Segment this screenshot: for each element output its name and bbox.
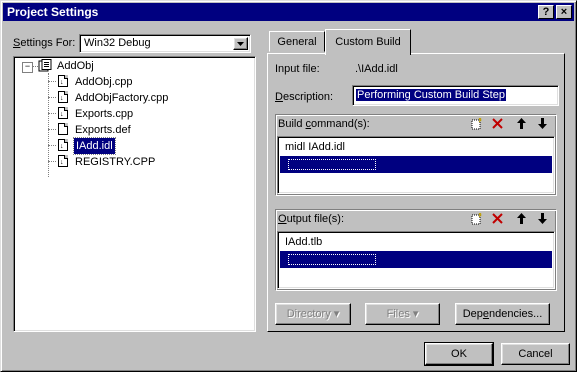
new-item-icon[interactable] [471,212,483,225]
file-icon [58,123,68,135]
files-button[interactable]: Files ▾ [365,303,440,325]
file-icon: ↓ [58,91,68,103]
tree-root-label[interactable]: AddObj [57,58,94,74]
list-item[interactable]: IAdd.tlb [280,234,552,251]
window-title: Project Settings [7,5,99,19]
ok-button[interactable]: OK [424,342,494,366]
delete-icon[interactable] [491,212,504,227]
settings-for-combo[interactable]: Win32 Debug [79,34,251,53]
dependencies-button[interactable]: Dependencies... [455,303,550,325]
file-icon: ↓ [58,75,68,87]
tab-custom-build[interactable]: Custom Build [325,29,411,55]
move-up-icon[interactable] [516,212,527,227]
collapse-toggle-icon[interactable]: − [22,62,33,73]
tree-item-addobjfactory-cpp[interactable]: AddObjFactory.cpp [75,90,168,106]
file-icon: ↓ [58,139,68,151]
tree-item-exports-def[interactable]: Exports.def [75,122,131,138]
project-settings-dialog: Project Settings ? × Settings For: Win32… [0,0,577,372]
help-button[interactable]: ? [538,5,554,19]
directory-button[interactable]: Directory ▾ [275,303,351,325]
dropdown-arrow-icon[interactable] [233,37,248,50]
project-icon [38,59,52,73]
tab-general[interactable]: General [269,31,325,52]
tree-item-registry-cpp[interactable]: REGISTRY.CPP [75,154,155,170]
tree-item-iadd-idl[interactable]: IAdd.idl [73,137,116,155]
project-tree[interactable]: − AddObj ↓ AddObj.cpp ↓ AddObjFactory.cp… [13,56,256,332]
build-commands-list[interactable]: midl IAdd.idl [277,136,555,194]
tree-item-exports-cpp[interactable]: Exports.cpp [75,106,133,122]
settings-for-value: Win32 Debug [84,37,151,49]
output-files-list[interactable]: IAdd.tlb [277,231,555,289]
move-down-icon[interactable] [537,212,548,227]
tree-item-addobj-cpp[interactable]: AddObj.cpp [75,74,132,90]
build-commands-label: Build command(s): [278,118,370,130]
input-file-label: Input file: [275,63,320,75]
delete-icon[interactable] [491,117,504,132]
move-up-icon[interactable] [516,117,527,132]
description-input[interactable]: Performing Custom Build Step [352,85,559,106]
cancel-button[interactable]: Cancel [501,343,570,365]
settings-for-label: Settings For: [13,37,76,49]
file-icon: ↓ [58,155,68,167]
list-item-new[interactable] [280,251,552,268]
file-icon: ↓ [58,107,68,119]
close-button[interactable]: × [556,5,572,19]
move-down-icon[interactable] [537,117,548,132]
output-files-label: Output file(s): [278,213,345,225]
description-value: Performing Custom Build Step [356,89,506,101]
list-item[interactable]: midl IAdd.idl [280,139,552,156]
title-bar: Project Settings ? × [3,3,574,21]
input-file-value: .\IAdd.idl [355,63,398,75]
list-item-new[interactable] [280,156,552,173]
description-label: Description: [275,91,334,103]
new-item-icon[interactable] [471,117,483,130]
